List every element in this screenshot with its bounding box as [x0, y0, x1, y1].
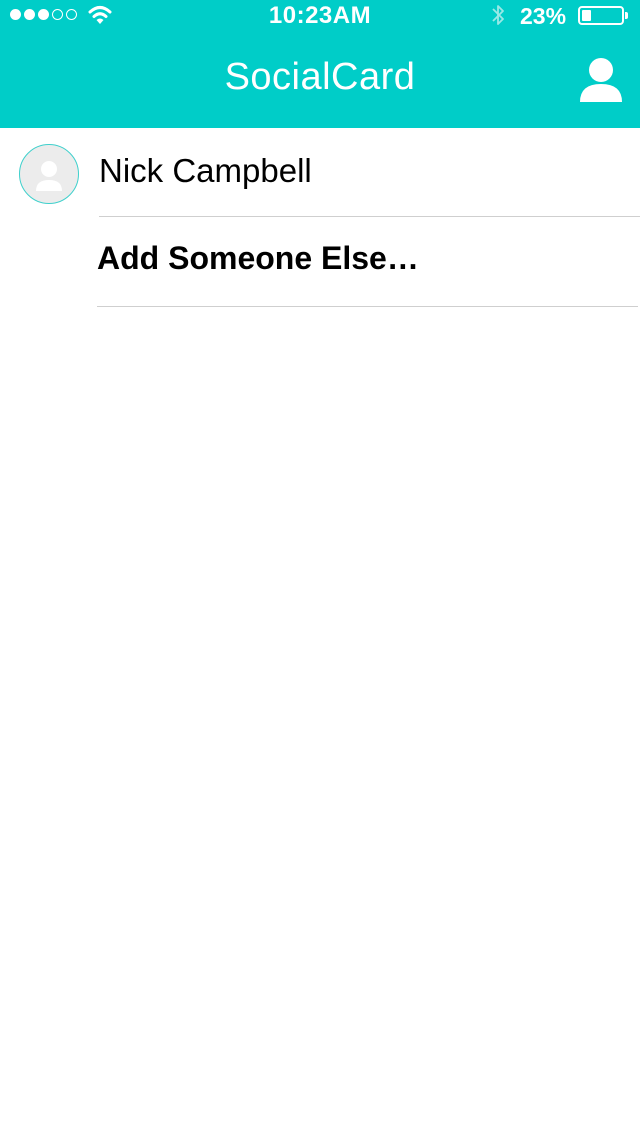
bluetooth-icon [492, 5, 504, 25]
add-someone-label: Add Someone Else… [97, 240, 419, 276]
battery-fill [582, 10, 591, 21]
divider [97, 306, 638, 307]
battery-tip [625, 12, 628, 19]
avatar [19, 144, 79, 204]
divider [99, 216, 640, 217]
battery-percent: 23% [520, 3, 567, 29]
app-title: SocialCard [224, 56, 416, 98]
header: 10:23AM 23% SocialCard [0, 0, 640, 128]
battery-icon [578, 6, 624, 25]
add-someone-button[interactable]: Add Someone Else… [0, 218, 640, 306]
status-bar: 10:23AM 23% [0, 0, 640, 32]
contact-row[interactable]: Nick Campbell [0, 128, 640, 217]
contact-name: Nick Campbell [99, 152, 312, 189]
avatar-placeholder-icon [36, 161, 62, 191]
person-icon[interactable] [578, 56, 624, 104]
screen: 10:23AM 23% SocialCard Nick Campbell Add… [0, 0, 640, 1136]
